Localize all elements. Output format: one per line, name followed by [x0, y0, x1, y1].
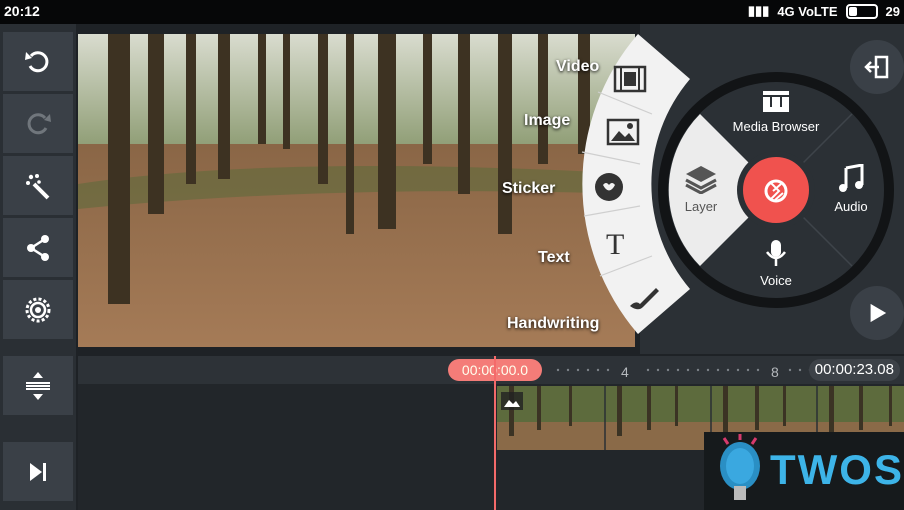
battery-level: 29 [885, 3, 900, 19]
end-time-badge: 00:00:23.08 [808, 359, 900, 381]
layer-icon [685, 166, 717, 195]
redo-button[interactable] [3, 94, 73, 153]
menu-video-label[interactable]: Video [556, 58, 599, 76]
voice-label: Voice [760, 273, 792, 288]
status-icons: ▮▮▮ 4G VoLTE 29 [748, 3, 900, 19]
menu-text-label[interactable]: Text [538, 249, 570, 267]
record-button[interactable] [759, 176, 793, 206]
undo-button[interactable] [3, 32, 73, 91]
watermark: TWOS [704, 432, 904, 510]
magic-wand-icon [26, 173, 50, 199]
timeline-resize-icon [26, 371, 50, 400]
media-arc-menu: T Video Image Sticker Text Handwriting M… [480, 24, 904, 354]
skip-to-end-button[interactable] [3, 442, 73, 501]
playhead[interactable] [494, 356, 496, 510]
image-icon[interactable] [606, 118, 640, 146]
layer-button[interactable]: Layer [676, 164, 726, 214]
audio-button[interactable]: Audio [826, 163, 876, 214]
skip-to-end-icon [30, 462, 46, 481]
music-note-icon [839, 163, 864, 192]
share-button[interactable] [3, 218, 73, 277]
film-icon[interactable] [612, 64, 648, 94]
ruler-tick-8: 8 [771, 364, 779, 380]
battery-icon [845, 3, 878, 19]
share-icon [27, 234, 49, 261]
brush-icon[interactable] [626, 282, 662, 310]
text-icon[interactable]: T [606, 228, 624, 262]
left-toolbar [0, 24, 76, 510]
camera-shutter-icon [764, 179, 788, 203]
media-browser-button[interactable]: Media Browser [726, 88, 826, 134]
time-ruler: 4 8 00:00:00.0 00:00:23.08 [78, 356, 904, 384]
settings-button[interactable] [3, 280, 73, 339]
audio-label: Audio [834, 199, 868, 214]
media-browser-label: Media Browser [732, 119, 820, 134]
network-label: 4G VoLTE [777, 3, 838, 19]
signal-icon: ▮▮▮ [747, 3, 770, 18]
redo-icon [27, 112, 51, 134]
sticker-icon[interactable] [592, 170, 626, 204]
ruler-tick-4: 4 [621, 364, 629, 380]
undo-icon [25, 50, 49, 72]
watermark-text: TWOS [770, 446, 904, 493]
clock: 20:12 [4, 3, 40, 19]
layer-label: Layer [684, 199, 718, 214]
watermark-logo [720, 434, 760, 500]
exit-button[interactable] [850, 40, 904, 94]
settings-icon [25, 297, 51, 322]
media-browser-icon [763, 91, 789, 112]
menu-handwriting-label[interactable]: Handwriting [507, 315, 599, 333]
microphone-icon [766, 240, 786, 266]
play-button[interactable] [850, 286, 904, 340]
voice-button[interactable]: Voice [752, 238, 800, 288]
exit-icon [864, 55, 889, 79]
play-icon [870, 303, 887, 323]
menu-image-label[interactable]: Image [524, 112, 570, 130]
menu-sticker-label[interactable]: Sticker [502, 180, 555, 198]
effects-button[interactable] [3, 156, 73, 215]
status-bar: 20:12 ▮▮▮ 4G VoLTE 29 [0, 0, 904, 24]
timeline-resize-button[interactable] [3, 356, 73, 415]
